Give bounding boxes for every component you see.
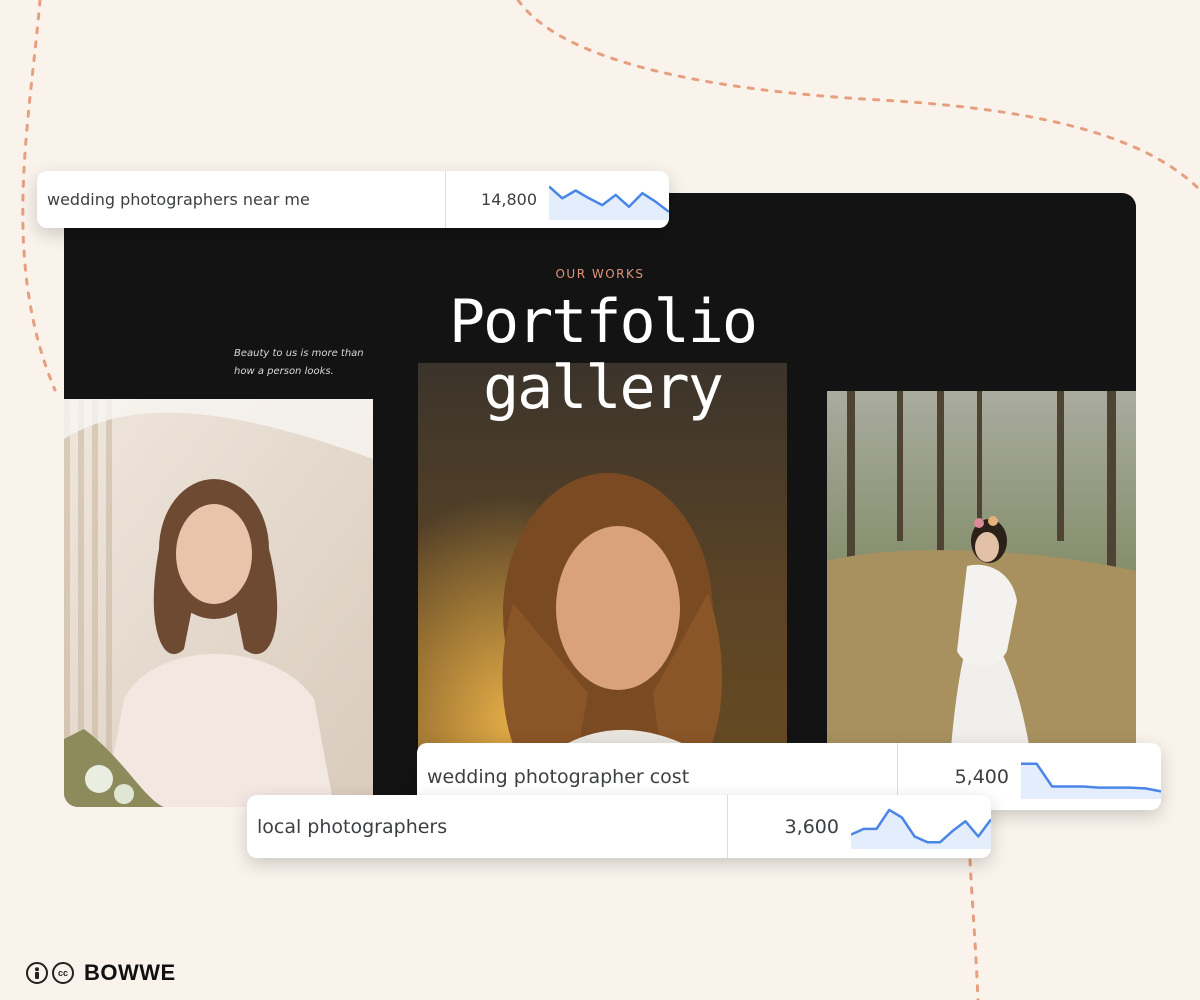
keyword-volume: 14,800	[481, 190, 537, 209]
keyword-row[interactable]: local photographers 3,600	[247, 795, 991, 858]
sparkline-area	[1021, 763, 1161, 799]
keyword-volume: 5,400	[954, 765, 1009, 788]
trend-sparkline	[851, 808, 991, 849]
portfolio-title: Portfolio gallery	[418, 289, 787, 421]
bride-veil-photo[interactable]	[64, 399, 373, 807]
keyword-term: wedding photographers near me	[47, 190, 310, 209]
keyword-term: wedding photographer cost	[427, 765, 690, 788]
tagline-line-1: Beauty to us is more than	[234, 348, 364, 359]
keyword-term: local photographers	[257, 815, 448, 838]
portrait-sunset-photo[interactable]	[418, 363, 787, 807]
section-eyebrow: OUR WORKS	[555, 267, 645, 281]
keyword-row[interactable]: wedding photographers near me 14,800	[37, 171, 669, 228]
keyword-volume: 3,600	[784, 815, 839, 838]
trend-sparkline	[1021, 761, 1161, 799]
by-person-icon	[26, 962, 48, 984]
title-line-2: gallery	[483, 353, 724, 423]
trend-sparkline	[549, 184, 669, 220]
tagline-line-2: how a person looks.	[234, 366, 334, 377]
portfolio-hero: OUR WORKS Beauty to us is more than how …	[64, 193, 1136, 807]
tagline: Beauty to us is more than how a person l…	[234, 345, 384, 381]
title-line-1: Portfolio	[448, 287, 758, 357]
brand-footer: cc BOWWE	[26, 960, 176, 986]
keyword-volume-cell: 14,800	[445, 171, 669, 228]
brand-logo: BOWWE	[84, 960, 176, 985]
sparkline-area	[549, 185, 669, 220]
keyword-volume-cell: 3,600	[727, 795, 991, 858]
cc-icon: cc	[52, 962, 74, 984]
